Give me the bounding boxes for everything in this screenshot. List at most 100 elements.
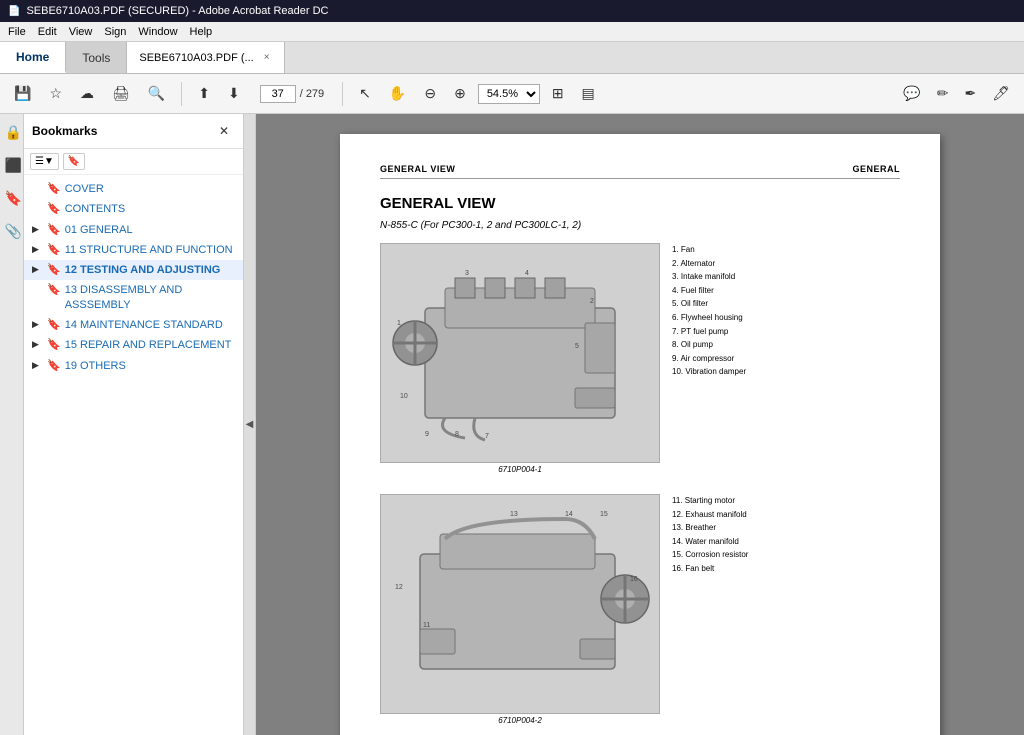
svg-text:16: 16	[630, 576, 638, 583]
search-button[interactable]: 🔍	[142, 81, 171, 106]
tab-home[interactable]: Home	[0, 42, 66, 73]
zoom-in-button[interactable]: ⊕	[448, 81, 472, 106]
draw-button[interactable]: ✒	[958, 81, 982, 106]
page-total: / 279	[300, 88, 324, 100]
legend-item-2: 2. Alternator	[672, 257, 746, 271]
bookmark-repair[interactable]: ▶ 🔖 15 REPAIR AND REPLACEMENT	[24, 335, 243, 355]
sidebar-icon-layers[interactable]: ⬛	[1, 153, 23, 178]
bookmark-icon-maintenance: 🔖	[47, 318, 61, 332]
tab-document[interactable]: SEBE6710A03.PDF (... ×	[127, 42, 284, 73]
pdf-viewer[interactable]: GENERAL VIEW GENERAL GENERAL VIEW N-855-…	[256, 114, 1024, 735]
toolbar: 💾 ☆ ☁ 🖨 🔍 ⬆ ⬇ / 279 ↖ ✋ ⊖ ⊕ 54.5% ⊞ ▤ 💬 …	[0, 74, 1024, 114]
bookmarks-list: 🔖 COVER 🔖 CONTENTS ▶ 🔖 01 GENERAL ▶ 🔖 11…	[24, 175, 243, 735]
tab-close-button[interactable]: ×	[262, 50, 272, 65]
sidebar-icon-paperclip[interactable]: 📎	[1, 219, 23, 244]
legend-item-5: 5. Oil filter	[672, 297, 746, 311]
bookmark-label-repair: 15 REPAIR AND REPLACEMENT	[65, 338, 239, 352]
engine-image-1: 1 2 3 4 5 6 7 8 9 10	[380, 243, 660, 463]
scroll-up-button[interactable]: ⬆	[192, 81, 216, 106]
bookmark-maintenance[interactable]: ▶ 🔖 14 MAINTENANCE STANDARD	[24, 315, 243, 335]
save-button[interactable]: 💾	[8, 81, 37, 106]
share-button[interactable]: ☁	[74, 81, 100, 106]
legend-item-1: 1. Fan	[672, 243, 746, 257]
bm-view-options-button[interactable]: ☰▼	[30, 153, 59, 170]
page-header-left: GENERAL VIEW	[380, 164, 455, 174]
bookmarks-header: Bookmarks ✕	[24, 114, 243, 149]
sidebar-icon-bookmarks[interactable]: 🔖	[1, 186, 23, 211]
toolbar-separator-1	[181, 82, 182, 106]
zoom-out-button[interactable]: ⊖	[418, 81, 442, 106]
scroll-down-button[interactable]: ⬇	[222, 81, 246, 106]
bookmark-label-testing: 12 TESTING AND ADJUSTING	[65, 263, 239, 277]
bookmark-label-contents: CONTENTS	[65, 202, 239, 216]
engine-diagram-1: 1 2 3 4 5 6 7 8 9 10	[380, 243, 900, 474]
bookmark-contents[interactable]: 🔖 CONTENTS	[24, 199, 243, 219]
legend-item-4: 4. Fuel filter	[672, 284, 746, 298]
view-options-button[interactable]: ▤	[576, 81, 601, 106]
legend-1: 1. Fan 2. Alternator 3. Intake manifold …	[672, 243, 746, 474]
legend2-item-16: 16. Fan belt	[672, 562, 748, 576]
bookmark-icon-repair: 🔖	[47, 338, 61, 352]
bookmark-label-structure: 11 STRUCTURE AND FUNCTION	[65, 243, 239, 257]
bookmark-label-cover: COVER	[65, 182, 239, 196]
pointer-tool-button[interactable]: ↖	[353, 81, 377, 106]
highlight-button[interactable]: ✏	[931, 81, 955, 106]
fig1-caption: 6710P004-1	[498, 465, 542, 474]
svg-text:3: 3	[465, 270, 469, 277]
svg-text:15: 15	[600, 511, 608, 518]
bookmark-icon-general: 🔖	[47, 223, 61, 237]
menu-file[interactable]: File	[8, 26, 26, 38]
expand-general: ▶	[32, 224, 44, 236]
window-title: SEBE6710A03.PDF (SECURED) - Adobe Acroba…	[26, 5, 328, 17]
sign-button[interactable]: 🖊	[986, 81, 1016, 106]
menu-sign[interactable]: Sign	[104, 26, 126, 38]
pdf-page: GENERAL VIEW GENERAL GENERAL VIEW N-855-…	[340, 134, 940, 735]
page-navigation: / 279	[260, 85, 324, 103]
sidebar-icons: 🔒 ⬛ 🔖 📎	[0, 114, 24, 735]
menu-edit[interactable]: Edit	[38, 26, 57, 38]
print-button[interactable]: 🖨	[106, 81, 136, 106]
expand-structure: ▶	[32, 244, 44, 256]
sidebar-icon-lock[interactable]: 🔒	[1, 120, 23, 145]
bookmark-cover[interactable]: 🔖 COVER	[24, 179, 243, 199]
zoom-select[interactable]: 54.5%	[478, 84, 540, 104]
bookmark-others[interactable]: ▶ 🔖 19 OTHERS	[24, 356, 243, 376]
legend-item-3: 3. Intake manifold	[672, 270, 746, 284]
svg-text:4: 4	[525, 270, 529, 277]
bookmarks-close-button[interactable]: ✕	[213, 120, 235, 142]
panel-collapse-bar[interactable]: ◀	[244, 114, 256, 735]
bookmark-icon-testing: 🔖	[47, 263, 61, 277]
svg-text:12: 12	[395, 584, 403, 591]
tab-bar: Home Tools SEBE6710A03.PDF (... ×	[0, 42, 1024, 74]
svg-text:13: 13	[510, 511, 518, 518]
bookmark-add-button[interactable]: ☆	[43, 81, 68, 106]
svg-text:10: 10	[400, 393, 408, 400]
comment-button[interactable]: 💬	[897, 81, 926, 106]
app-icon: 📄	[8, 6, 20, 17]
bookmarks-panel: Bookmarks ✕ ☰▼ 🔖 🔖 COVER 🔖 CONTENTS ▶	[24, 114, 244, 735]
expand-repair: ▶	[32, 339, 44, 351]
hand-tool-button[interactable]: ✋	[383, 81, 412, 106]
bm-bookmark-icon-button[interactable]: 🔖	[63, 153, 85, 170]
menu-view[interactable]: View	[69, 26, 93, 38]
title-bar: 📄 SEBE6710A03.PDF (SECURED) - Adobe Acro…	[0, 0, 1024, 22]
menu-help[interactable]: Help	[190, 26, 213, 38]
page-main-title: GENERAL VIEW	[380, 195, 900, 212]
fit-page-button[interactable]: ⊞	[546, 81, 570, 106]
bookmark-disassembly[interactable]: 🔖 13 DISASSEMBLY AND ASSSEMBLY	[24, 280, 243, 315]
bookmark-label-others: 19 OTHERS	[65, 359, 239, 373]
engine-image-2: 13 14 15 16 11 12	[380, 494, 660, 714]
engine-diagram-2: 13 14 15 16 11 12 6710P004-2 11. Startin…	[380, 494, 900, 725]
svg-text:8: 8	[455, 431, 459, 438]
menu-window[interactable]: Window	[138, 26, 177, 38]
bookmark-testing[interactable]: ▶ 🔖 12 TESTING AND ADJUSTING	[24, 260, 243, 280]
legend2-item-11: 11. Starting motor	[672, 494, 748, 508]
page-number-input[interactable]	[260, 85, 296, 103]
bookmarks-title: Bookmarks	[32, 124, 97, 138]
bookmark-icon-disassembly: 🔖	[47, 283, 61, 297]
bookmark-general[interactable]: ▶ 🔖 01 GENERAL	[24, 220, 243, 240]
tab-tools[interactable]: Tools	[66, 42, 127, 73]
bookmark-icon-structure: 🔖	[47, 243, 61, 257]
bookmark-structure[interactable]: ▶ 🔖 11 STRUCTURE AND FUNCTION	[24, 240, 243, 260]
legend-item-7: 7. PT fuel pump	[672, 325, 746, 339]
